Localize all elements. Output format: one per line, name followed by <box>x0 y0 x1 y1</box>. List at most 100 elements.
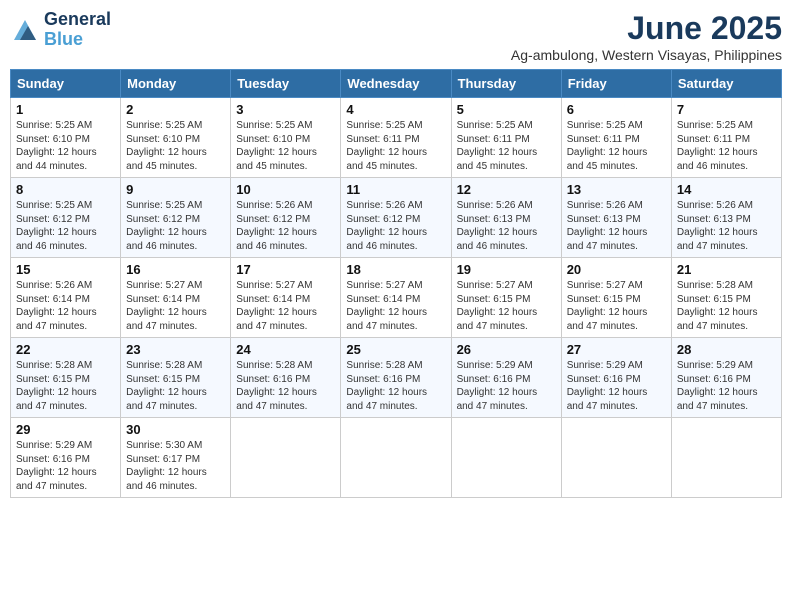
day-number: 21 <box>677 262 776 277</box>
day-info: Sunrise: 5:26 AM Sunset: 6:14 PM Dayligh… <box>16 279 115 333</box>
day-info: Sunrise: 5:25 AM Sunset: 6:12 PM Dayligh… <box>16 199 115 253</box>
calendar-cell: 20 Sunrise: 5:27 AM Sunset: 6:15 PM Dayli… <box>561 258 671 338</box>
day-number: 28 <box>677 342 776 357</box>
day-info: Sunrise: 5:27 AM Sunset: 6:15 PM Dayligh… <box>457 279 556 333</box>
day-info: Sunrise: 5:26 AM Sunset: 6:13 PM Dayligh… <box>677 199 776 253</box>
calendar-cell <box>561 418 671 498</box>
calendar-cell: 12 Sunrise: 5:26 AM Sunset: 6:13 PM Dayli… <box>451 178 561 258</box>
calendar-cell: 17 Sunrise: 5:27 AM Sunset: 6:14 PM Dayli… <box>231 258 341 338</box>
day-number: 22 <box>16 342 115 357</box>
logo-text: General Blue <box>44 10 111 50</box>
day-info: Sunrise: 5:27 AM Sunset: 6:14 PM Dayligh… <box>126 279 225 333</box>
day-number: 8 <box>16 182 115 197</box>
calendar-cell: 15 Sunrise: 5:26 AM Sunset: 6:14 PM Dayli… <box>11 258 121 338</box>
calendar-cell <box>451 418 561 498</box>
calendar-cell: 27 Sunrise: 5:29 AM Sunset: 6:16 PM Dayli… <box>561 338 671 418</box>
day-info: Sunrise: 5:29 AM Sunset: 6:16 PM Dayligh… <box>16 439 115 493</box>
day-info: Sunrise: 5:28 AM Sunset: 6:16 PM Dayligh… <box>346 359 445 413</box>
day-info: Sunrise: 5:26 AM Sunset: 6:13 PM Dayligh… <box>457 199 556 253</box>
day-number: 23 <box>126 342 225 357</box>
calendar-cell: 30 Sunrise: 5:30 AM Sunset: 6:17 PM Dayli… <box>121 418 231 498</box>
day-info: Sunrise: 5:28 AM Sunset: 6:16 PM Dayligh… <box>236 359 335 413</box>
day-number: 2 <box>126 102 225 117</box>
day-info: Sunrise: 5:25 AM Sunset: 6:11 PM Dayligh… <box>677 119 776 173</box>
weekday-header: Wednesday <box>341 70 451 98</box>
calendar-week-row: 8 Sunrise: 5:25 AM Sunset: 6:12 PM Daylig… <box>11 178 782 258</box>
calendar-cell: 9 Sunrise: 5:25 AM Sunset: 6:12 PM Daylig… <box>121 178 231 258</box>
calendar-cell: 14 Sunrise: 5:26 AM Sunset: 6:13 PM Dayli… <box>671 178 781 258</box>
day-number: 15 <box>16 262 115 277</box>
calendar-cell: 1 Sunrise: 5:25 AM Sunset: 6:10 PM Daylig… <box>11 98 121 178</box>
calendar-cell: 10 Sunrise: 5:26 AM Sunset: 6:12 PM Dayli… <box>231 178 341 258</box>
day-info: Sunrise: 5:25 AM Sunset: 6:10 PM Dayligh… <box>16 119 115 173</box>
day-number: 26 <box>457 342 556 357</box>
calendar-week-row: 22Sunrise: 5:28 AM Sunset: 6:15 PM Dayli… <box>11 338 782 418</box>
day-number: 18 <box>346 262 445 277</box>
calendar-cell: 7 Sunrise: 5:25 AM Sunset: 6:11 PM Daylig… <box>671 98 781 178</box>
day-info: Sunrise: 5:27 AM Sunset: 6:15 PM Dayligh… <box>567 279 666 333</box>
logo: General Blue <box>10 10 111 50</box>
day-info: Sunrise: 5:27 AM Sunset: 6:14 PM Dayligh… <box>236 279 335 333</box>
calendar-cell <box>341 418 451 498</box>
calendar-cell: 4 Sunrise: 5:25 AM Sunset: 6:11 PM Daylig… <box>341 98 451 178</box>
day-number: 7 <box>677 102 776 117</box>
day-number: 13 <box>567 182 666 197</box>
calendar-header-row: SundayMondayTuesdayWednesdayThursdayFrid… <box>11 70 782 98</box>
weekday-header: Saturday <box>671 70 781 98</box>
calendar-cell: 21Sunrise: 5:28 AM Sunset: 6:15 PM Dayli… <box>671 258 781 338</box>
weekday-header: Sunday <box>11 70 121 98</box>
day-number: 19 <box>457 262 556 277</box>
calendar-cell: 5 Sunrise: 5:25 AM Sunset: 6:11 PM Daylig… <box>451 98 561 178</box>
calendar-week-row: 29 Sunrise: 5:29 AM Sunset: 6:16 PM Dayli… <box>11 418 782 498</box>
location-title: Ag-ambulong, Western Visayas, Philippine… <box>511 47 782 63</box>
day-info: Sunrise: 5:25 AM Sunset: 6:12 PM Dayligh… <box>126 199 225 253</box>
day-number: 29 <box>16 422 115 437</box>
weekday-header: Thursday <box>451 70 561 98</box>
day-info: Sunrise: 5:25 AM Sunset: 6:10 PM Dayligh… <box>236 119 335 173</box>
day-number: 27 <box>567 342 666 357</box>
day-info: Sunrise: 5:25 AM Sunset: 6:11 PM Dayligh… <box>457 119 556 173</box>
day-number: 11 <box>346 182 445 197</box>
calendar-cell: 19 Sunrise: 5:27 AM Sunset: 6:15 PM Dayli… <box>451 258 561 338</box>
calendar-cell: 8 Sunrise: 5:25 AM Sunset: 6:12 PM Daylig… <box>11 178 121 258</box>
day-number: 25 <box>346 342 445 357</box>
day-info: Sunrise: 5:27 AM Sunset: 6:14 PM Dayligh… <box>346 279 445 333</box>
calendar-cell: 29 Sunrise: 5:29 AM Sunset: 6:16 PM Dayli… <box>11 418 121 498</box>
day-number: 1 <box>16 102 115 117</box>
calendar-cell: 22Sunrise: 5:28 AM Sunset: 6:15 PM Dayli… <box>11 338 121 418</box>
day-number: 10 <box>236 182 335 197</box>
day-info: Sunrise: 5:29 AM Sunset: 6:16 PM Dayligh… <box>567 359 666 413</box>
day-number: 12 <box>457 182 556 197</box>
calendar-cell: 3 Sunrise: 5:25 AM Sunset: 6:10 PM Daylig… <box>231 98 341 178</box>
day-info: Sunrise: 5:30 AM Sunset: 6:17 PM Dayligh… <box>126 439 225 493</box>
day-number: 5 <box>457 102 556 117</box>
day-number: 16 <box>126 262 225 277</box>
day-number: 20 <box>567 262 666 277</box>
logo-icon <box>10 16 40 44</box>
calendar-cell: 13Sunrise: 5:26 AM Sunset: 6:13 PM Dayli… <box>561 178 671 258</box>
day-number: 14 <box>677 182 776 197</box>
day-number: 30 <box>126 422 225 437</box>
calendar-cell: 2Sunrise: 5:25 AM Sunset: 6:10 PM Daylig… <box>121 98 231 178</box>
calendar-cell: 24Sunrise: 5:28 AM Sunset: 6:16 PM Dayli… <box>231 338 341 418</box>
calendar-week-row: 15 Sunrise: 5:26 AM Sunset: 6:14 PM Dayli… <box>11 258 782 338</box>
calendar-cell: 6Sunrise: 5:25 AM Sunset: 6:11 PM Daylig… <box>561 98 671 178</box>
day-number: 4 <box>346 102 445 117</box>
calendar-cell <box>671 418 781 498</box>
calendar-cell <box>231 418 341 498</box>
day-info: Sunrise: 5:26 AM Sunset: 6:12 PM Dayligh… <box>346 199 445 253</box>
weekday-header: Friday <box>561 70 671 98</box>
title-block: June 2025 Ag-ambulong, Western Visayas, … <box>511 10 782 63</box>
calendar-week-row: 1 Sunrise: 5:25 AM Sunset: 6:10 PM Daylig… <box>11 98 782 178</box>
calendar-cell: 28Sunrise: 5:29 AM Sunset: 6:16 PM Dayli… <box>671 338 781 418</box>
day-info: Sunrise: 5:25 AM Sunset: 6:11 PM Dayligh… <box>346 119 445 173</box>
page-header: General Blue June 2025 Ag-ambulong, West… <box>10 10 782 63</box>
calendar-cell: 16 Sunrise: 5:27 AM Sunset: 6:14 PM Dayli… <box>121 258 231 338</box>
calendar-cell: 26 Sunrise: 5:29 AM Sunset: 6:16 PM Dayli… <box>451 338 561 418</box>
weekday-header: Tuesday <box>231 70 341 98</box>
day-number: 17 <box>236 262 335 277</box>
day-number: 9 <box>126 182 225 197</box>
day-info: Sunrise: 5:29 AM Sunset: 6:16 PM Dayligh… <box>457 359 556 413</box>
day-number: 3 <box>236 102 335 117</box>
day-info: Sunrise: 5:26 AM Sunset: 6:12 PM Dayligh… <box>236 199 335 253</box>
